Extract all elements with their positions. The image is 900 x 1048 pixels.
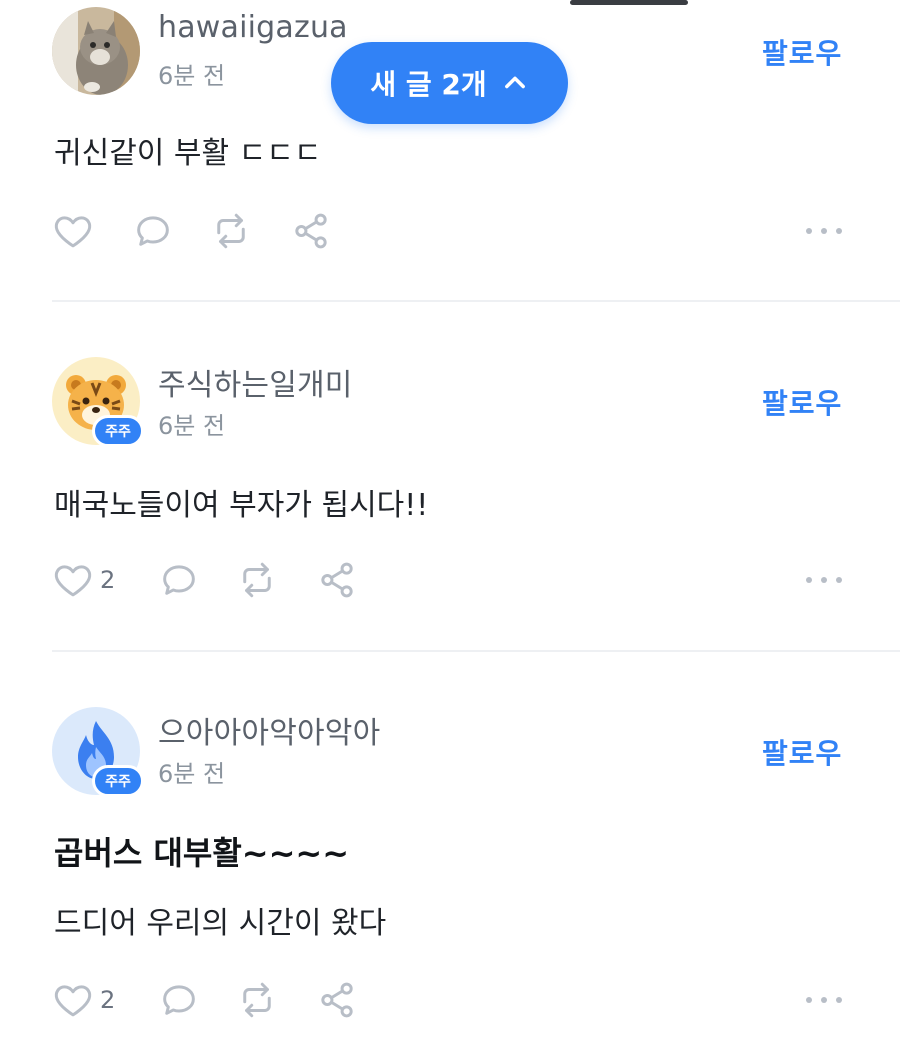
heart-icon: [54, 565, 92, 597]
follow-button[interactable]: 팔로우: [762, 382, 842, 422]
avatar[interactable]: 주주: [52, 707, 144, 797]
more-options-button[interactable]: [806, 570, 842, 590]
post-body: 드디어 우리의 시간이 왔다: [54, 906, 387, 941]
more-options-button[interactable]: [806, 990, 842, 1010]
repost-icon: [243, 982, 271, 1018]
avatar[interactable]: 주주: [52, 357, 144, 447]
comment-button[interactable]: [158, 558, 200, 602]
cat-avatar-image: [52, 7, 140, 95]
like-count: 2: [100, 566, 116, 594]
repost-icon: [243, 562, 271, 598]
share-button[interactable]: [290, 209, 332, 253]
heart-icon: [54, 985, 92, 1017]
repost-button[interactable]: [210, 209, 252, 253]
post-actions: 2: [52, 558, 852, 602]
more-options-button[interactable]: [806, 221, 842, 241]
dot-icon: [806, 997, 812, 1003]
chevron-up-icon: [504, 76, 525, 89]
holder-badge: 주주: [92, 415, 144, 447]
post-card[interactable]: 주주 으아아아악아악아 6분 전 팔로우 곱버스 대부활~~~~ 드디어 우리의…: [0, 652, 900, 1048]
new-posts-button[interactable]: 새 글 2개: [331, 42, 568, 124]
like-button[interactable]: [52, 209, 94, 253]
comment-button[interactable]: [158, 978, 200, 1022]
like-count: 2: [100, 986, 116, 1014]
dot-icon: [821, 577, 827, 583]
dot-icon: [821, 997, 827, 1003]
like-button[interactable]: 2: [52, 978, 115, 1022]
dot-icon: [806, 577, 812, 583]
username[interactable]: 으아아아악아악아: [158, 708, 380, 752]
username[interactable]: hawaiigazua: [158, 10, 348, 45]
post-actions: [52, 209, 852, 253]
like-button[interactable]: 2: [52, 558, 115, 602]
follow-button[interactable]: 팔로우: [762, 32, 842, 72]
comment-icon: [137, 216, 169, 246]
feed-screen: hawaiigazua 6분 전 팔로우 귀신같이 부활 ㄷㄷㄷ 주주 주식하는…: [0, 0, 900, 1048]
comment-icon: [163, 565, 195, 595]
username[interactable]: 주식하는일개미: [158, 360, 353, 404]
post-title: 곱버스 대부활~~~~: [54, 834, 350, 872]
post-body: 귀신같이 부활 ㄷㄷㄷ: [54, 136, 322, 171]
dot-icon: [821, 228, 827, 234]
repost-button[interactable]: [236, 978, 278, 1022]
share-button[interactable]: [316, 978, 358, 1022]
avatar[interactable]: [52, 7, 140, 95]
comment-button[interactable]: [132, 209, 174, 253]
post-body: 매국노들이여 부자가 됩시다!!: [54, 488, 429, 523]
dot-icon: [806, 228, 812, 234]
repost-button[interactable]: [236, 558, 278, 602]
comment-icon: [163, 985, 195, 1015]
post-time: 6분 전: [158, 412, 226, 440]
dot-icon: [836, 577, 842, 583]
dot-icon: [836, 997, 842, 1003]
share-button[interactable]: [316, 558, 358, 602]
share-icon: [295, 213, 327, 249]
share-icon: [321, 562, 353, 598]
post-time: 6분 전: [158, 760, 226, 788]
heart-icon: [54, 216, 92, 248]
new-posts-label: 새 글 2개: [370, 68, 487, 101]
post-card[interactable]: 주주 주식하는일개미 6분 전 팔로우 매국노들이여 부자가 됩시다!! 2: [0, 302, 900, 652]
post-actions: 2: [52, 978, 852, 1022]
post-time: 6분 전: [158, 62, 226, 90]
dot-icon: [836, 228, 842, 234]
share-icon: [321, 982, 353, 1018]
holder-badge: 주주: [92, 765, 144, 797]
repost-icon: [217, 213, 245, 249]
follow-button[interactable]: 팔로우: [762, 732, 842, 772]
